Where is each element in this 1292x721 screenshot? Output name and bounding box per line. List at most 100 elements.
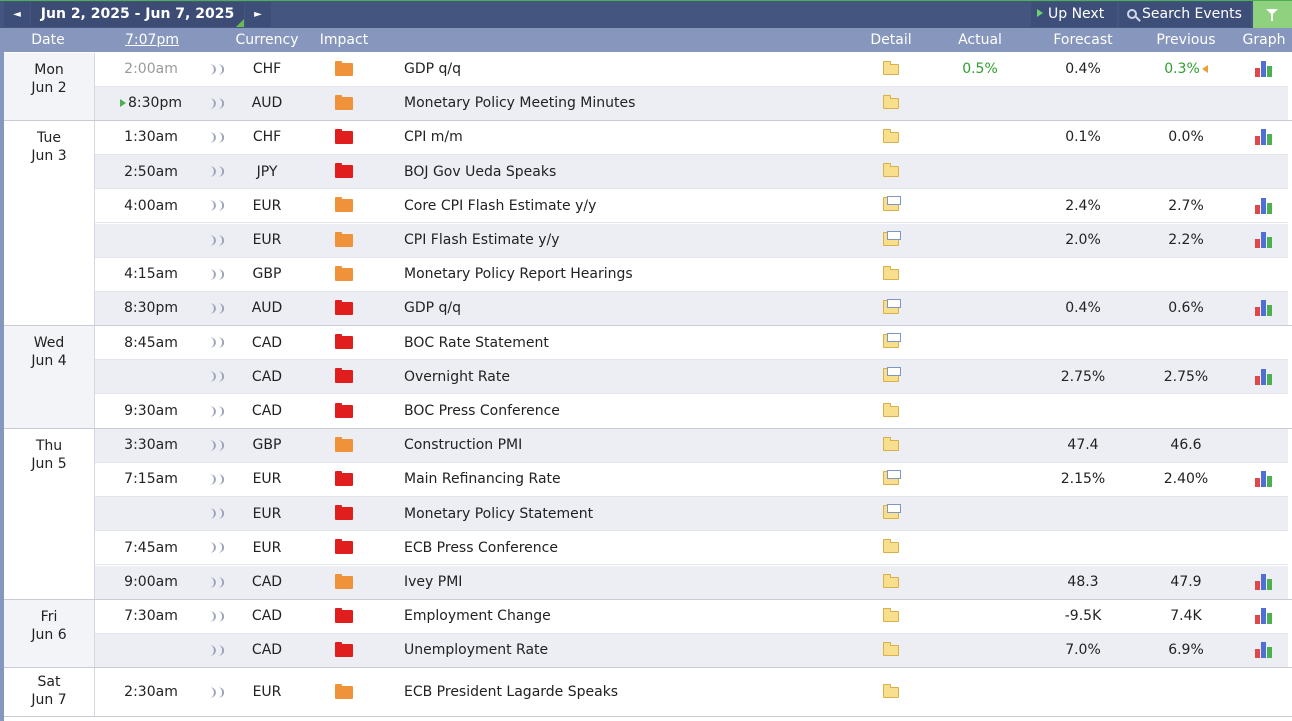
event-row[interactable]: 1:30am ❩❩ CHF CPI m/m 0.1% 0.0% [95, 120, 1288, 156]
event-impact[interactable] [314, 155, 374, 188]
sound-alert-icon[interactable]: ❩❩ [207, 292, 227, 325]
sound-alert-icon[interactable]: ❩❩ [207, 326, 227, 359]
event-impact[interactable] [314, 360, 374, 393]
event-title[interactable]: ECB President Lagarde Speaks [404, 668, 844, 716]
event-detail-button[interactable] [862, 566, 920, 599]
sound-alert-icon[interactable]: ❩❩ [207, 360, 227, 393]
event-title[interactable]: Employment Change [404, 600, 844, 633]
event-row[interactable]: 2:50am ❩❩ JPY BOJ Gov Ueda Speaks [95, 155, 1288, 190]
sound-alert-icon[interactable]: ❩❩ [207, 497, 227, 530]
event-row[interactable]: ❩❩ EUR Monetary Policy Statement [95, 497, 1288, 532]
up-next-button[interactable]: Up Next [1031, 2, 1117, 27]
event-title[interactable]: Monetary Policy Report Hearings [404, 258, 844, 291]
search-events-button[interactable]: Search Events [1119, 2, 1251, 27]
event-graph-button[interactable] [1236, 121, 1292, 154]
event-impact[interactable] [314, 121, 374, 154]
event-row[interactable]: 4:00am ❩❩ EUR Core CPI Flash Estimate y/y 2.… [95, 189, 1288, 224]
event-impact[interactable] [314, 258, 374, 291]
event-graph-button[interactable] [1236, 292, 1292, 325]
event-detail-button[interactable] [862, 429, 920, 462]
event-graph-button[interactable] [1236, 53, 1292, 86]
event-title[interactable]: Unemployment Rate [404, 634, 844, 667]
event-impact[interactable] [314, 395, 374, 428]
event-title[interactable]: GDP q/q [404, 53, 844, 86]
sound-alert-icon[interactable]: ❩❩ [207, 258, 227, 291]
event-graph-button[interactable] [1236, 224, 1292, 257]
event-detail-button[interactable] [862, 87, 920, 120]
sound-alert-icon[interactable]: ❩❩ [207, 224, 227, 257]
event-impact[interactable] [314, 326, 374, 359]
sound-alert-icon[interactable]: ❩❩ [207, 155, 227, 188]
event-impact[interactable] [314, 531, 374, 564]
sound-alert-icon[interactable]: ❩❩ [207, 634, 227, 667]
event-detail-button[interactable] [862, 600, 920, 633]
event-detail-button[interactable] [862, 53, 920, 86]
event-row[interactable]: 7:30am ❩❩ CAD Employment Change -9.5K 7.4K [95, 599, 1288, 634]
event-detail-button[interactable] [862, 258, 920, 291]
event-row[interactable]: 9:30am ❩❩ CAD BOC Press Conference [95, 394, 1288, 429]
event-impact[interactable] [314, 463, 374, 496]
event-title[interactable]: BOJ Gov Ueda Speaks [404, 155, 844, 188]
event-impact[interactable] [314, 566, 374, 599]
event-detail-button[interactable] [862, 668, 920, 716]
event-title[interactable]: CPI Flash Estimate y/y [404, 224, 844, 257]
sound-alert-icon[interactable]: ❩❩ [207, 53, 227, 86]
event-title[interactable]: GDP q/q [404, 292, 844, 325]
event-impact[interactable] [314, 668, 374, 716]
event-row[interactable]: ❩❩ CAD Overnight Rate 2.75% 2.75% [95, 360, 1288, 395]
event-detail-button[interactable] [862, 463, 920, 496]
event-detail-button[interactable] [862, 360, 920, 393]
sound-alert-icon[interactable]: ❩❩ [207, 189, 227, 222]
event-impact[interactable] [314, 497, 374, 530]
event-row[interactable]: 8:45am ❩❩ CAD BOC Rate Statement [95, 326, 1288, 361]
event-row[interactable]: 7:15am ❩❩ EUR Main Refinancing Rate 2.15% 2.4… [95, 462, 1288, 498]
filter-button[interactable] [1253, 1, 1292, 29]
event-impact[interactable] [314, 600, 374, 633]
event-row[interactable]: 8:30pm ❩❩ AUD Monetary Policy Meeting Minut… [95, 86, 1288, 121]
sound-alert-icon[interactable]: ❩❩ [207, 395, 227, 428]
event-title[interactable]: ECB Press Conference [404, 531, 844, 564]
sound-alert-icon[interactable]: ❩❩ [207, 531, 227, 564]
event-row[interactable]: ❩❩ EUR CPI Flash Estimate y/y 2.0% 2.2% [95, 223, 1288, 258]
event-title[interactable]: Ivey PMI [404, 566, 844, 599]
header-current-time-link[interactable]: 7:07pm [96, 28, 208, 52]
event-row[interactable]: 4:15am ❩❩ GBP Monetary Policy Report Hearin… [95, 257, 1288, 292]
event-title[interactable]: Construction PMI [404, 429, 844, 462]
event-graph-button[interactable] [1236, 566, 1292, 599]
event-title[interactable]: Main Refinancing Rate [404, 463, 844, 496]
event-row[interactable]: 2:30am ❩❩ EUR ECB President Lagarde Speaks [95, 668, 1288, 718]
event-detail-button[interactable] [862, 189, 920, 222]
sound-alert-icon[interactable]: ❩❩ [207, 87, 227, 120]
event-impact[interactable] [314, 292, 374, 325]
event-detail-button[interactable] [862, 121, 920, 154]
sound-alert-icon[interactable]: ❩❩ [207, 600, 227, 633]
event-graph-button[interactable] [1236, 463, 1292, 496]
event-graph-button[interactable] [1236, 189, 1292, 222]
event-row[interactable]: 7:45am ❩❩ EUR ECB Press Conference [95, 531, 1288, 566]
event-graph-button[interactable] [1236, 600, 1292, 633]
event-title[interactable]: CPI m/m [404, 121, 844, 154]
previous-week-button[interactable]: ◄ [4, 2, 30, 27]
event-impact[interactable] [314, 224, 374, 257]
event-impact[interactable] [314, 429, 374, 462]
event-impact[interactable] [314, 87, 374, 120]
sound-alert-icon[interactable]: ❩❩ [207, 463, 227, 496]
event-impact[interactable] [314, 634, 374, 667]
sound-alert-icon[interactable]: ❩❩ [207, 668, 227, 716]
event-detail-button[interactable] [862, 395, 920, 428]
event-detail-button[interactable] [862, 326, 920, 359]
event-title[interactable]: BOC Press Conference [404, 395, 844, 428]
date-range-selector[interactable]: Jun 2, 2025 - Jun 7, 2025 [31, 2, 244, 27]
event-detail-button[interactable] [862, 531, 920, 564]
event-detail-button[interactable] [862, 497, 920, 530]
event-title[interactable]: BOC Rate Statement [404, 326, 844, 359]
event-row[interactable]: 2:00am ❩❩ CHF GDP q/q 0.5% 0.4% 0.3% [95, 52, 1288, 87]
sound-alert-icon[interactable]: ❩❩ [207, 429, 227, 462]
event-row[interactable]: 3:30am ❩❩ GBP Construction PMI 47.4 46.6 [95, 428, 1288, 463]
sound-alert-icon[interactable]: ❩❩ [207, 121, 227, 154]
event-graph-button[interactable] [1236, 360, 1292, 393]
sound-alert-icon[interactable]: ❩❩ [207, 566, 227, 599]
event-row[interactable]: ❩❩ CAD Unemployment Rate 7.0% 6.9% [95, 633, 1288, 669]
event-title[interactable]: Core CPI Flash Estimate y/y [404, 189, 844, 222]
event-impact[interactable] [314, 53, 374, 86]
